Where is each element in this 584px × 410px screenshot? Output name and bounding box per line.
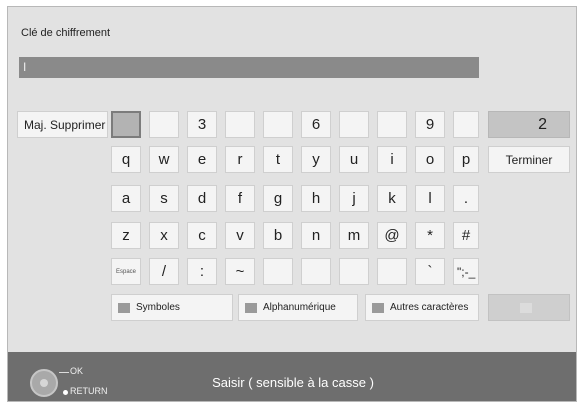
input-value: I xyxy=(23,60,27,74)
key-f[interactable]: f xyxy=(225,185,255,212)
key-r0-0[interactable] xyxy=(111,111,141,138)
key-3[interactable]: 3 xyxy=(187,111,217,138)
key-r4-5[interactable] xyxy=(301,258,331,285)
blank-side-icon xyxy=(520,302,532,313)
key-colon[interactable]: : xyxy=(187,258,217,285)
key-r0-7[interactable] xyxy=(377,111,407,138)
mode-alnum-button[interactable]: Alphanumérique xyxy=(238,294,358,321)
key-r4-6[interactable] xyxy=(339,258,369,285)
mode-alnum-icon xyxy=(245,302,257,313)
key-j[interactable]: j xyxy=(339,185,369,212)
key-n[interactable]: n xyxy=(301,222,331,249)
mode-symbols-icon xyxy=(118,302,130,313)
key-r0-3[interactable] xyxy=(225,111,255,138)
key-period[interactable]: . xyxy=(453,185,479,212)
key-d[interactable]: d xyxy=(187,185,217,212)
blank-side-key xyxy=(488,294,570,321)
mode-symbols-label: Symboles xyxy=(136,302,180,313)
mode-alnum-label: Alphanumérique xyxy=(263,302,336,313)
key-b[interactable]: b xyxy=(263,222,293,249)
key-tilde[interactable]: ~ xyxy=(225,258,255,285)
key-m[interactable]: m xyxy=(339,222,369,249)
key-t[interactable]: t xyxy=(263,146,293,173)
footer-hint: Saisir ( sensible à la casse ) xyxy=(212,375,374,390)
key-u[interactable]: u xyxy=(339,146,369,173)
key-h[interactable]: h xyxy=(301,185,331,212)
key-q[interactable]: q xyxy=(111,146,141,173)
key-r0-9[interactable] xyxy=(453,111,479,138)
mode-symbols-button[interactable]: Symboles xyxy=(111,294,233,321)
key-l[interactable]: l xyxy=(415,185,445,212)
keyboard-screen: Clé de chiffrement I Maj. Supprimer 3 6 … xyxy=(7,6,577,402)
key-y[interactable]: y xyxy=(301,146,331,173)
key-o[interactable]: o xyxy=(415,146,445,173)
key-at[interactable]: @ xyxy=(377,222,407,249)
key-r4-4[interactable] xyxy=(263,258,293,285)
key-c[interactable]: c xyxy=(187,222,217,249)
key-k[interactable]: k xyxy=(377,185,407,212)
encryption-key-input[interactable]: I xyxy=(19,57,479,78)
key-hash[interactable]: # xyxy=(453,222,479,249)
key-i[interactable]: i xyxy=(377,146,407,173)
mode-other-icon xyxy=(372,302,384,313)
key-v[interactable]: v xyxy=(225,222,255,249)
mode-other-button[interactable]: Autres caractères xyxy=(365,294,479,321)
shift-delete-key[interactable]: Maj. Supprimer xyxy=(17,111,108,138)
key-r0-6[interactable] xyxy=(339,111,369,138)
ok-pointer-line xyxy=(59,372,69,373)
key-r[interactable]: r xyxy=(225,146,255,173)
finish-button[interactable]: Terminer xyxy=(488,146,570,173)
key-e[interactable]: e xyxy=(187,146,217,173)
mode-other-label: Autres caractères xyxy=(390,302,469,313)
space-key[interactable]: Espace xyxy=(111,258,141,285)
key-9[interactable]: 9 xyxy=(415,111,445,138)
key-p[interactable]: p xyxy=(453,146,479,173)
key-a[interactable]: a xyxy=(111,185,141,212)
return-dot-icon xyxy=(63,390,68,395)
bottom-bar: OK RETURN Saisir ( sensible à la casse ) xyxy=(8,352,576,401)
number-display: 2 xyxy=(488,111,570,138)
key-backtick[interactable]: ` xyxy=(415,258,445,285)
key-g[interactable]: g xyxy=(263,185,293,212)
page-title: Clé de chiffrement xyxy=(21,27,111,39)
key-punct[interactable]: ";-_ xyxy=(453,258,479,285)
key-asterisk[interactable]: * xyxy=(415,222,445,249)
key-x[interactable]: x xyxy=(149,222,179,249)
key-r0-1[interactable] xyxy=(149,111,179,138)
key-r0-4[interactable] xyxy=(263,111,293,138)
key-z[interactable]: z xyxy=(111,222,141,249)
key-6[interactable]: 6 xyxy=(301,111,331,138)
key-s[interactable]: s xyxy=(149,185,179,212)
key-slash[interactable]: / xyxy=(149,258,179,285)
key-r4-7[interactable] xyxy=(377,258,407,285)
key-w[interactable]: w xyxy=(149,146,179,173)
